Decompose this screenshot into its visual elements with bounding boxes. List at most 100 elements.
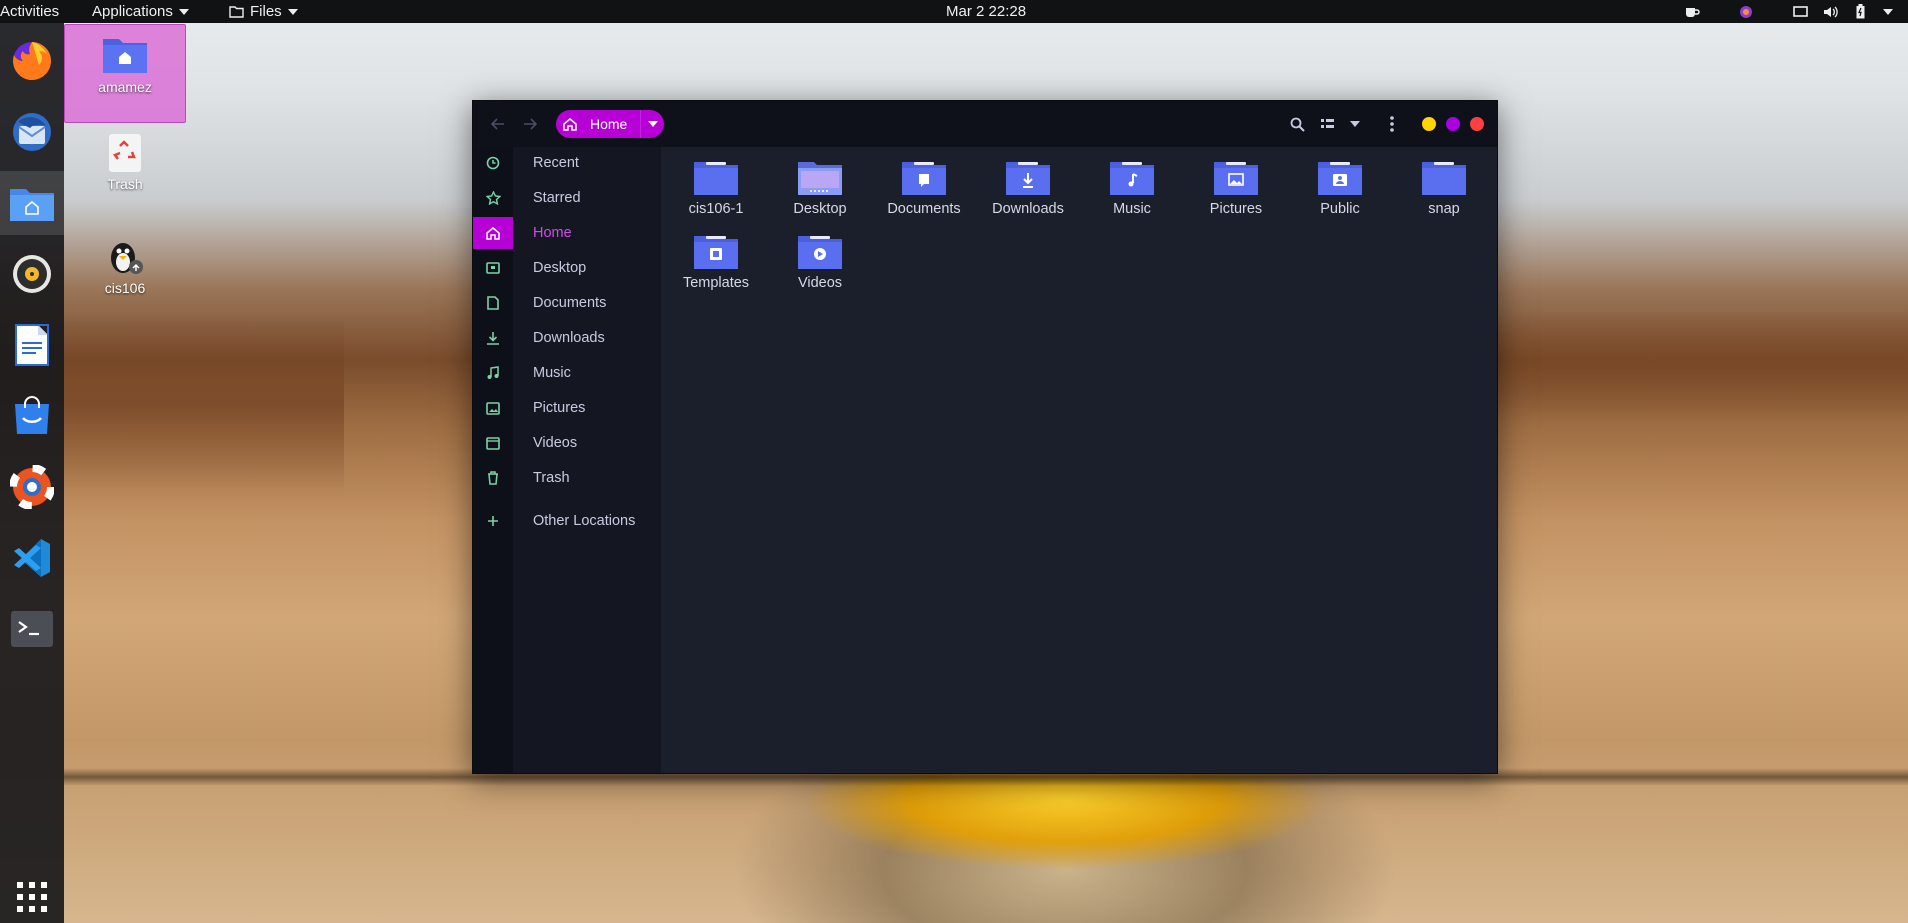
view-toggle-button[interactable] [1316, 112, 1340, 136]
software-icon[interactable] [0, 384, 64, 448]
home-icon [556, 110, 584, 138]
applications-menu[interactable]: Applications [92, 0, 189, 23]
desktop-folder-icon [798, 162, 842, 195]
activities-button[interactable]: Activities [0, 0, 59, 23]
chevron-down-icon [287, 8, 298, 15]
file-item-documents[interactable]: Documents [872, 159, 976, 217]
help-icon[interactable] [0, 455, 64, 519]
chevron-down-icon [647, 121, 658, 127]
color-app-icon[interactable] [1738, 4, 1754, 20]
top-bar: Activities Applications Files Mar 2 22:2… [0, 0, 1908, 23]
picture-icon [473, 392, 513, 424]
file-item-videos[interactable]: Videos [768, 233, 872, 291]
view-options-button[interactable] [1343, 112, 1367, 136]
desktop-item-trash[interactable]: Trash [64, 132, 186, 192]
pictures-folder-icon [1214, 162, 1258, 195]
sidebar-item-label: Home [533, 225, 572, 241]
desktop-item-cis106[interactable]: cis106 [64, 238, 186, 296]
file-item-label: Pictures [1209, 201, 1263, 217]
videos-folder-icon [798, 236, 842, 269]
menu-button[interactable] [1380, 112, 1404, 136]
screen-icon[interactable] [1792, 4, 1808, 20]
files-app-menu[interactable]: Files [229, 0, 298, 23]
sidebar-item-label: Music [533, 365, 571, 381]
download-icon [473, 322, 513, 354]
sidebar: Recent Starred Home Desktop Documents Do… [473, 147, 661, 773]
maximize-button[interactable] [1446, 117, 1460, 131]
sidebar-item-videos[interactable]: Videos [473, 427, 661, 459]
sidebar-item-label: Trash [533, 470, 570, 486]
file-item-snap[interactable]: snap [1392, 159, 1496, 217]
desktop-item-label: Trash [107, 176, 143, 192]
sidebar-item-desktop[interactable]: Desktop [473, 252, 661, 284]
sidebar-item-home[interactable]: Home [473, 217, 661, 249]
sidebar-item-label: Recent [533, 155, 579, 171]
file-item-label: cis106-1 [688, 201, 744, 217]
search-button[interactable] [1285, 112, 1309, 136]
document-icon [473, 287, 513, 319]
file-item-pictures[interactable]: Pictures [1184, 159, 1288, 217]
sidebar-item-trash[interactable]: Trash [473, 462, 661, 494]
minimize-button[interactable] [1422, 117, 1436, 131]
back-button[interactable] [487, 113, 509, 135]
writer-icon[interactable] [0, 313, 64, 377]
chevron-down-icon [1350, 121, 1360, 127]
file-item-downloads[interactable]: Downloads [976, 159, 1080, 217]
chevron-down-icon [178, 8, 189, 15]
sidebar-item-pictures[interactable]: Pictures [473, 392, 661, 424]
files-window: Home Recent Starred Home Desktop Documen… [472, 100, 1498, 774]
file-item-desktop[interactable]: Desktop [768, 159, 872, 217]
sidebar-item-music[interactable]: Music [473, 357, 661, 389]
tray-popup-pointer [1755, 29, 1775, 38]
path-label: Home [590, 116, 628, 132]
volume-icon[interactable] [1822, 4, 1838, 20]
firefox-icon[interactable] [0, 29, 64, 93]
sidebar-item-documents[interactable]: Documents [473, 287, 661, 319]
plus-icon [473, 505, 513, 537]
show-applications-icon[interactable] [0, 865, 64, 923]
desktop-item-home[interactable]: amamez [64, 24, 186, 123]
file-item-public[interactable]: Public [1288, 159, 1392, 217]
more-vertical-icon [1390, 116, 1394, 132]
sidebar-item-starred[interactable]: Starred [473, 182, 661, 214]
clock[interactable]: Mar 2 22:28 [946, 0, 1026, 23]
file-item-music[interactable]: Music [1080, 159, 1184, 217]
star-icon [473, 182, 513, 214]
chevron-down-icon[interactable] [1882, 4, 1894, 20]
file-item-cis106-1[interactable]: cis106-1 [664, 159, 768, 217]
list-view-icon [1321, 119, 1334, 128]
desktop-item-label: cis106 [104, 280, 146, 296]
home-folder-icon [103, 39, 147, 73]
trash-icon [473, 462, 513, 494]
folder-icon [694, 162, 738, 195]
forward-button[interactable] [519, 113, 541, 135]
vscode-icon[interactable] [0, 526, 64, 590]
home-icon [473, 217, 513, 249]
sidebar-item-other-locations[interactable]: Other Locations [473, 505, 661, 537]
files-icon[interactable] [0, 171, 64, 235]
clock-label: Mar 2 22:28 [946, 3, 1027, 20]
desktop-icon [473, 252, 513, 284]
system-tray [1684, 0, 1908, 23]
rhythmbox-icon[interactable] [0, 242, 64, 306]
sidebar-item-label: Starred [533, 190, 581, 206]
file-item-label: Templates [682, 275, 750, 291]
recent-icon [473, 147, 513, 179]
close-button[interactable] [1470, 117, 1484, 131]
coffee-icon[interactable] [1684, 4, 1700, 20]
documents-folder-icon [902, 162, 946, 195]
battery-icon[interactable] [1852, 4, 1868, 20]
dock [0, 23, 64, 923]
terminal-icon[interactable] [0, 597, 64, 661]
file-item-label: Music [1113, 201, 1151, 217]
sidebar-item-label: Documents [533, 295, 607, 311]
path-dropdown-button[interactable] [640, 110, 664, 138]
thunderbird-icon[interactable] [0, 100, 64, 164]
path-bar-home[interactable]: Home [556, 110, 664, 138]
file-item-templates[interactable]: Templates [664, 233, 768, 291]
header-bar: Home [473, 101, 1497, 147]
downloads-folder-icon [1006, 162, 1050, 195]
sidebar-item-downloads[interactable]: Downloads [473, 322, 661, 354]
sidebar-item-recent[interactable]: Recent [473, 147, 661, 179]
sidebar-item-label: Other Locations [533, 513, 636, 529]
